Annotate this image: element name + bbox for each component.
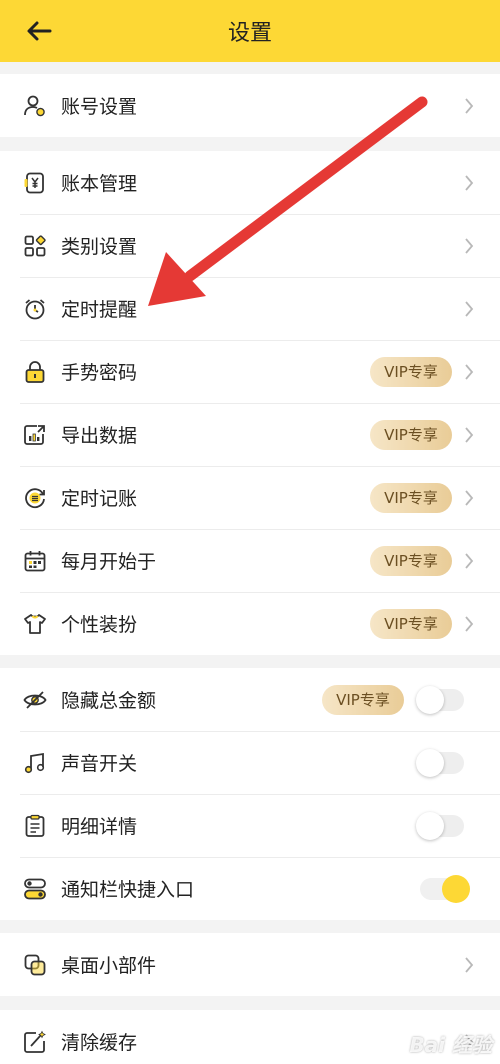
settings-item-label: 隐藏总金额	[61, 690, 157, 712]
settings-item-label: 明细详情	[61, 816, 138, 838]
user-gear-icon	[22, 93, 48, 119]
page-title: 设置	[227, 21, 272, 46]
settings-item-widget[interactable]: 桌面小部件	[0, 933, 500, 996]
chevron-right-icon	[462, 614, 476, 634]
eye-hidden-icon	[22, 687, 48, 713]
vip-badge: VIP专享	[370, 482, 452, 513]
hide-total-toggle[interactable]	[416, 685, 464, 714]
chevron-right-icon	[462, 955, 476, 975]
settings-item-label: 手势密码	[61, 362, 138, 384]
settings-item-label: 类别设置	[61, 236, 138, 258]
settings-item-label: 账本管理	[61, 173, 138, 195]
settings-item-label: 导出数据	[61, 425, 138, 447]
settings-item-export-data[interactable]: 导出数据 VIP专享	[0, 403, 500, 466]
chevron-right-icon	[462, 299, 476, 319]
list-detail-icon	[22, 813, 48, 839]
vip-badge: VIP专享	[370, 608, 452, 639]
detail-toggle[interactable]	[416, 811, 464, 840]
settings-item-account[interactable]: 账号设置	[0, 74, 500, 137]
category-grid-icon	[22, 233, 48, 259]
toggle-knob	[416, 748, 444, 777]
settings-item-label: 声音开关	[61, 753, 138, 775]
chevron-right-icon	[462, 425, 476, 445]
toggle-knob	[416, 685, 444, 714]
arrow-left-icon	[27, 21, 52, 41]
scheduled-record-icon	[22, 485, 48, 511]
vip-badge: VIP专享	[370, 419, 452, 450]
back-button[interactable]	[22, 14, 56, 48]
chevron-right-icon	[462, 173, 476, 193]
tshirt-icon	[22, 611, 48, 637]
settings-item-category[interactable]: 类别设置	[0, 214, 500, 277]
settings-item-theme[interactable]: 个性装扮 VIP专享	[0, 592, 500, 655]
settings-item-label: 清除缓存	[61, 1032, 138, 1054]
settings-group-general: 账本管理 类别设置 定时提醒 手势密码 VIP专享 导出数据 VIP专享 定时记…	[0, 151, 500, 655]
settings-item-month-start[interactable]: 每月开始于 VIP专享	[0, 529, 500, 592]
sound-toggle[interactable]	[416, 748, 464, 777]
settings-item-scheduled-record[interactable]: 定时记账 VIP专享	[0, 466, 500, 529]
settings-item-reminder[interactable]: 定时提醒	[0, 277, 500, 340]
notification-shortcut-toggle[interactable]	[420, 874, 470, 903]
settings-item-gesture-password[interactable]: 手势密码 VIP专享	[0, 340, 500, 403]
chevron-right-icon	[462, 236, 476, 256]
settings-item-label: 个性装扮	[61, 614, 138, 636]
chevron-right-icon	[462, 362, 476, 382]
settings-group-account: 账号设置	[0, 74, 500, 137]
settings-item-sound[interactable]: 声音开关	[0, 731, 500, 794]
toggle-knob	[416, 811, 444, 840]
vip-badge: VIP专享	[322, 684, 404, 715]
lock-icon	[22, 359, 48, 385]
settings-item-detail[interactable]: 明细详情	[0, 794, 500, 857]
chevron-right-icon	[462, 551, 476, 571]
watermark: Bai 经验	[409, 1033, 492, 1057]
settings-item-label: 桌面小部件	[61, 955, 157, 977]
settings-item-hide-total[interactable]: 隐藏总金额 VIP专享	[0, 668, 500, 731]
widget-icon	[22, 952, 48, 978]
settings-item-label: 账号设置	[61, 96, 138, 118]
clear-cache-icon	[22, 1029, 48, 1055]
chevron-right-icon	[462, 96, 476, 116]
settings-item-label: 定时记账	[61, 488, 138, 510]
settings-item-notification-shortcut[interactable]: 通知栏快捷入口	[0, 857, 500, 920]
chevron-right-icon	[462, 488, 476, 508]
vip-badge: VIP专享	[370, 356, 452, 387]
vip-badge: VIP专享	[370, 545, 452, 576]
settings-item-label: 定时提醒	[61, 299, 138, 321]
settings-group-widget: 桌面小部件	[0, 933, 500, 996]
app-header: 设置	[0, 0, 500, 62]
music-note-icon	[22, 750, 48, 776]
switch-icon	[22, 876, 48, 902]
toggle-knob	[442, 874, 470, 903]
settings-item-label: 通知栏快捷入口	[61, 879, 195, 901]
export-data-icon	[22, 422, 48, 448]
settings-item-label: 每月开始于	[61, 551, 157, 573]
settings-item-ledger[interactable]: 账本管理	[0, 151, 500, 214]
settings-group-toggles: 隐藏总金额 VIP专享 声音开关 明细详情 通知栏快捷入口	[0, 668, 500, 920]
calendar-icon	[22, 548, 48, 574]
alarm-clock-icon	[22, 296, 48, 322]
ledger-yen-icon	[22, 170, 48, 196]
